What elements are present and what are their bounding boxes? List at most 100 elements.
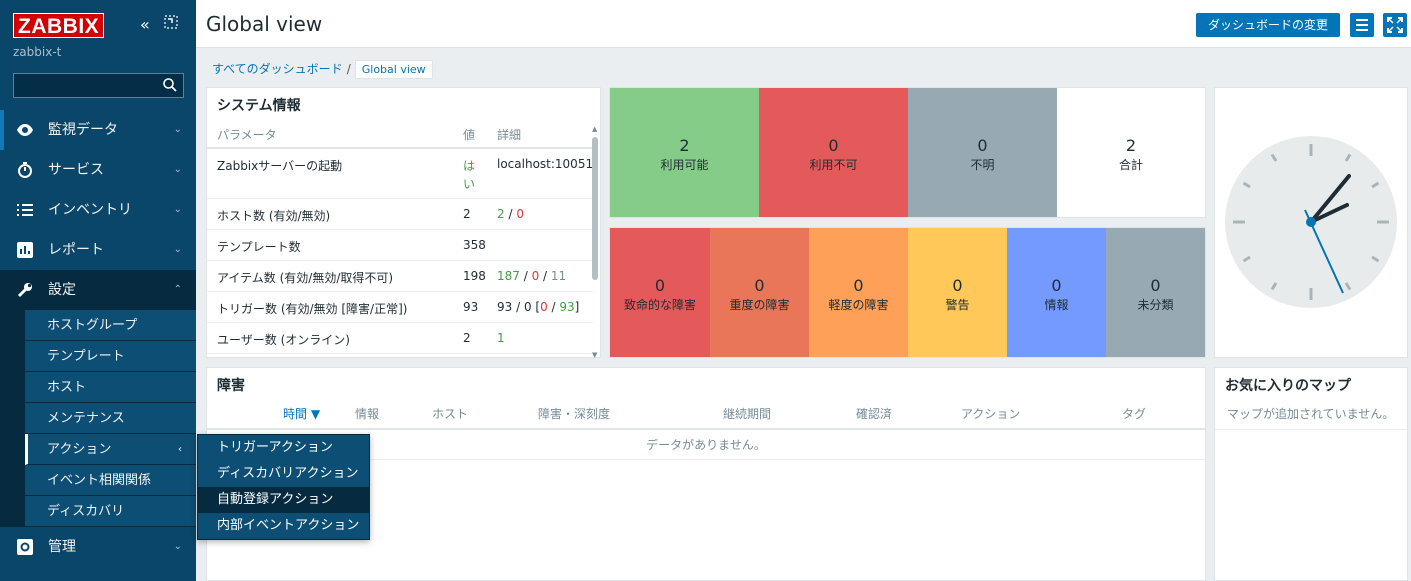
tile-label: 合計 — [1118, 158, 1143, 172]
column-header: パラメータ — [217, 128, 277, 142]
favorite-maps-widget: お気に入りのマップ マップが追加されていません。 — [1214, 367, 1408, 581]
submenu-hosts[interactable]: ホスト — [25, 372, 196, 403]
value-cell: 2 — [463, 331, 471, 345]
column-header: 値 — [463, 128, 476, 142]
system-info-table: パラメータ 値 詳細 Zabbixサーバーの起動 は い localhost:1… — [207, 119, 593, 354]
severity-tile-warning[interactable]: 0 警告 — [908, 228, 1007, 357]
hide-sidebar-icon[interactable] — [164, 15, 178, 36]
availability-tile-unknown[interactable]: 0 不明 — [908, 88, 1057, 217]
hamburger-icon — [1356, 19, 1368, 31]
menu-inventory[interactable]: インベントリ ⌄ — [0, 190, 196, 230]
availability-tile-total[interactable]: 2 合計 — [1057, 88, 1205, 217]
tile-label: 軽度の障害 — [828, 298, 889, 312]
tile-label: 不明 — [970, 158, 995, 172]
param-cell: アイテム数 (有効/無効/取得不可) — [217, 271, 394, 285]
tile-count: 0 — [828, 136, 839, 155]
tile-label: 利用可能 — [660, 158, 709, 172]
submenu-actions[interactable]: アクション ‹ — [25, 434, 196, 465]
eye-icon — [17, 124, 33, 136]
table-row: テンプレート数 358 — [207, 230, 593, 261]
table-row: トリガー数 (有効/無効 [障害/正常]) 93 93 / 0 [0 / 93] — [207, 292, 593, 323]
table-row: Zabbixサーバーの起動 は い localhost:10051 — [207, 149, 593, 199]
search-input[interactable] — [13, 73, 184, 98]
fullscreen-icon — [1387, 17, 1403, 33]
tile-label: 利用不可 — [809, 158, 858, 172]
value-cell: 198 — [463, 269, 486, 283]
submenu-event-correlation[interactable]: イベント相関関係 — [25, 465, 196, 496]
tile-count: 0 — [952, 276, 963, 295]
tile-count: 0 — [977, 136, 988, 155]
value-cell: 358 — [463, 238, 486, 252]
menu-services[interactable]: サービス ⌄ — [0, 150, 196, 190]
flyout-autoregistration-actions[interactable]: 自動登録アクション — [198, 487, 369, 513]
table-row: ユーザー数 (オンライン) 2 1 — [207, 323, 593, 354]
breadcrumb-current[interactable]: Global view — [354, 60, 433, 79]
scroll-down-icon[interactable]: ▼ — [592, 351, 597, 359]
column-header-ack: 確認済 — [856, 407, 893, 421]
kiosk-mode-button[interactable] — [1383, 13, 1407, 37]
column-header-problem-severity: 障害・深刻度 — [538, 407, 611, 421]
column-header-tags: タグ — [1122, 407, 1147, 421]
chevron-down-icon: ⌄ — [173, 244, 182, 255]
bar-chart-icon — [17, 242, 33, 258]
tile-label: 情報 — [1044, 298, 1069, 312]
detail-cell: 2 / 0 — [497, 207, 524, 221]
column-header-info: 情報 — [355, 407, 380, 421]
list-icon — [17, 204, 33, 216]
no-maps-message: マップが追加されていません。 — [1215, 398, 1407, 430]
param-cell: ホスト数 (有効/無効) — [217, 209, 331, 223]
scroll-up-icon[interactable]: ▲ — [592, 125, 597, 133]
severity-tile-disaster[interactable]: 0 致命的な障害 — [610, 228, 710, 357]
tile-label: 重度の障害 — [729, 298, 790, 312]
flyout-internal-actions[interactable]: 内部イベントアクション — [198, 513, 369, 539]
availability-tile-available[interactable]: 2 利用可能 — [610, 88, 759, 217]
severity-tile-high[interactable]: 0 重度の障害 — [710, 228, 809, 357]
scrollbar-thumb[interactable] — [592, 137, 598, 280]
collapse-sidebar-icon[interactable]: « — [140, 15, 150, 35]
detail-cell: 187 / 0 / 11 — [497, 269, 567, 283]
menu-administration[interactable]: 管理 ⌄ — [0, 527, 196, 567]
availability-tile-unavailable[interactable]: 0 利用不可 — [759, 88, 908, 217]
severity-tile-not-classified[interactable]: 0 未分類 — [1106, 228, 1205, 357]
submenu-maintenance[interactable]: メンテナンス — [25, 403, 196, 434]
column-header-duration: 継続期間 — [723, 407, 772, 421]
submenu-templates[interactable]: テンプレート — [25, 341, 196, 372]
scrollbar[interactable]: ▲ ▼ — [592, 125, 598, 359]
gear-icon — [17, 539, 33, 555]
actions-flyout-menu: トリガーアクション ディスカバリアクション 自動登録アクション 内部イベントアク… — [197, 434, 370, 540]
clock-widget — [1214, 87, 1408, 358]
menu-button[interactable] — [1350, 13, 1374, 37]
column-header-time[interactable]: 時間 ▼ — [283, 405, 320, 422]
detail-cell: 93 / 0 [0 / 93] — [497, 300, 580, 314]
column-header-actions: アクション — [961, 407, 1021, 421]
server-name: zabbix-t — [13, 45, 62, 59]
chevron-down-icon: ⌄ — [173, 124, 182, 135]
breadcrumb-all-dashboards[interactable]: すべてのダッシュボード — [212, 62, 343, 76]
tile-count: 0 — [853, 276, 864, 295]
submenu-host-groups[interactable]: ホストグループ — [25, 310, 196, 341]
page-header: Global view ダッシュボードの変更 — [196, 0, 1411, 48]
flyout-discovery-actions[interactable]: ディスカバリアクション — [198, 461, 369, 487]
zabbix-logo[interactable]: ZABBIX — [13, 13, 105, 38]
tile-label: 致命的な障害 — [623, 298, 696, 312]
menu-monitoring[interactable]: 監視データ ⌄ — [0, 110, 196, 150]
menu-configuration[interactable]: 設定 ⌃ — [0, 270, 196, 310]
chevron-down-icon: ⌄ — [173, 541, 182, 552]
chevron-left-icon: ‹ — [178, 444, 182, 455]
edit-dashboard-button[interactable]: ダッシュボードの変更 — [1196, 13, 1340, 37]
tile-count: 2 — [679, 136, 690, 155]
flyout-trigger-actions[interactable]: トリガーアクション — [198, 435, 369, 461]
stopwatch-icon — [18, 162, 32, 178]
tile-count: 0 — [754, 276, 765, 295]
clock-icon — [1225, 136, 1397, 308]
menu-label: 監視データ — [48, 122, 118, 138]
tile-label: 警告 — [945, 298, 970, 312]
menu-label: レポート — [48, 242, 104, 258]
menu-label: サービス — [48, 162, 104, 178]
submenu-discovery[interactable]: ディスカバリ — [25, 496, 196, 527]
severity-tile-average[interactable]: 0 軽度の障害 — [809, 228, 908, 357]
search-icon[interactable] — [162, 77, 178, 93]
severity-tile-information[interactable]: 0 情報 — [1007, 228, 1106, 357]
widget-title: 障害 — [217, 378, 245, 394]
menu-reports[interactable]: レポート ⌄ — [0, 230, 196, 270]
